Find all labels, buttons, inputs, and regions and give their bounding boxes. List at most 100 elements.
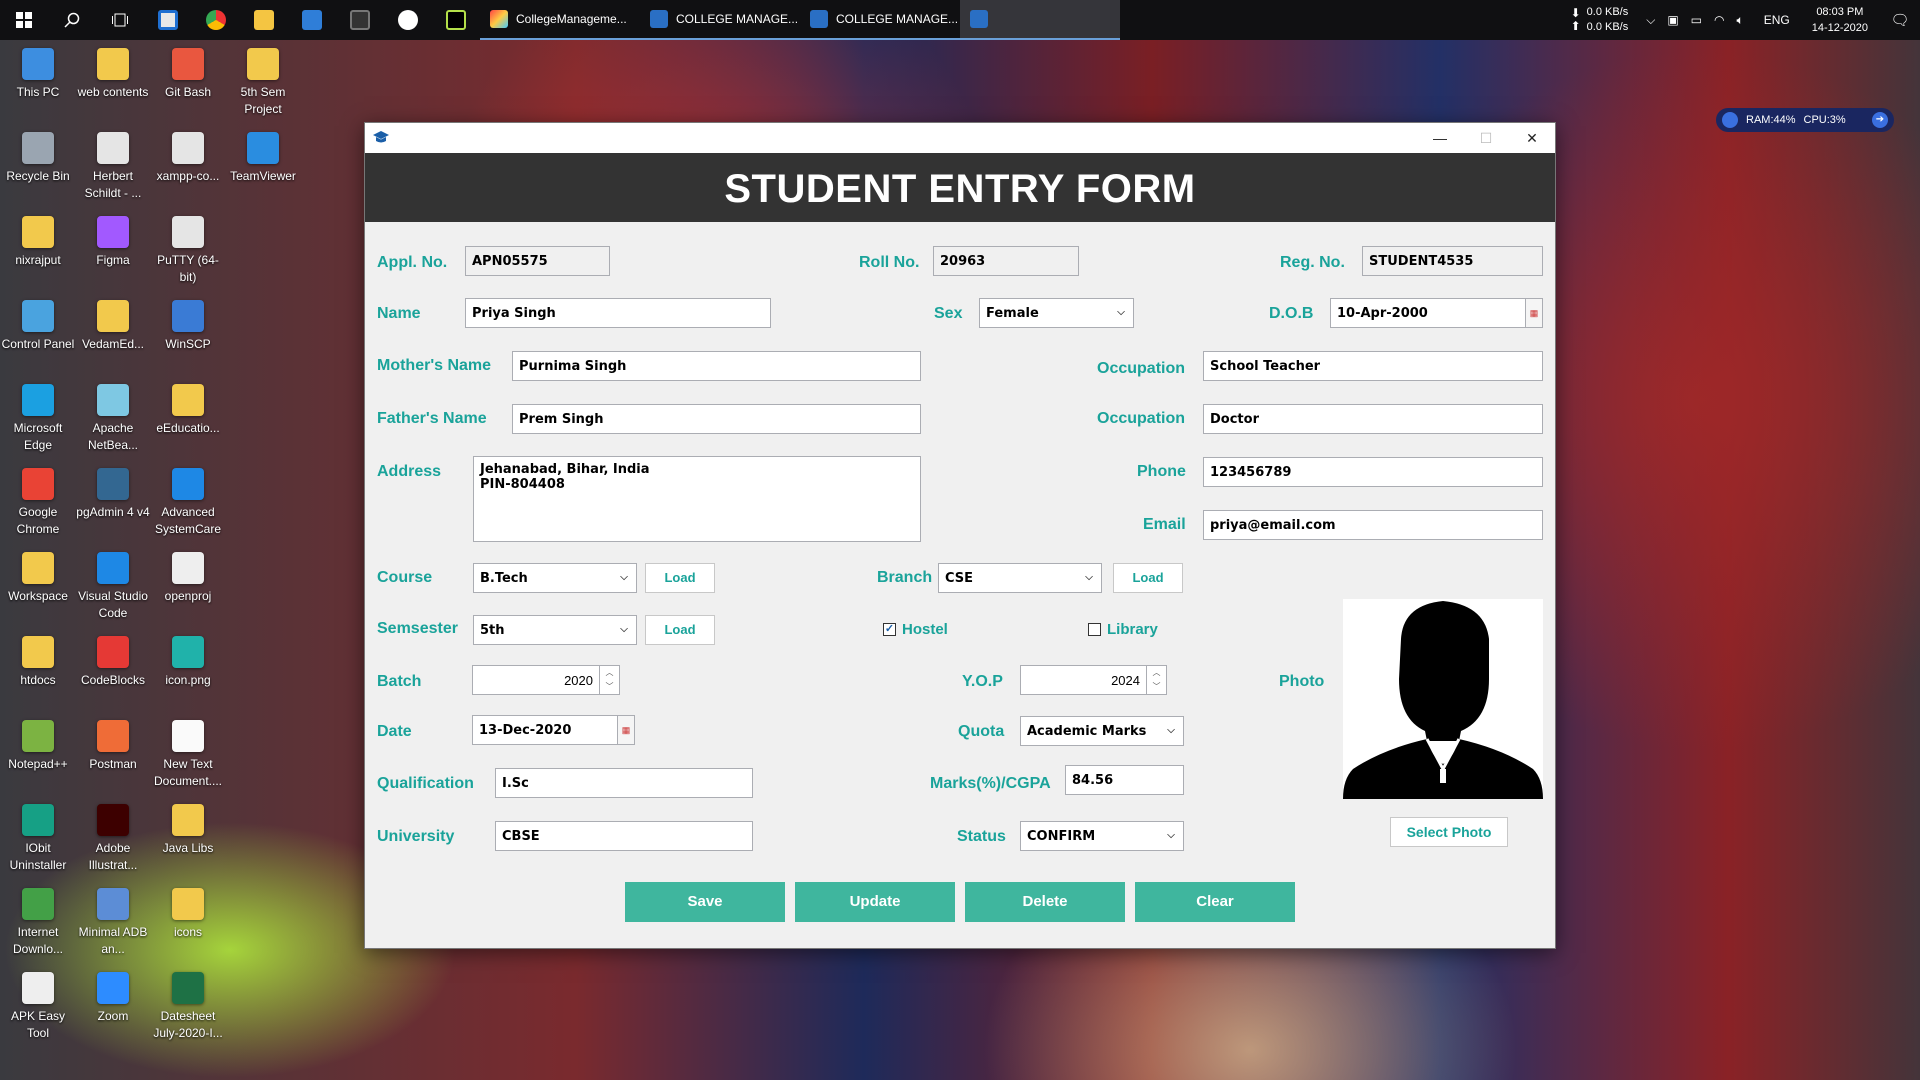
taskbar-task-active[interactable] [960,0,1120,40]
library-checkbox[interactable]: Library [1088,621,1158,638]
sex-select[interactable]: Female ⌵ [979,298,1134,328]
dob-field[interactable]: 10-Apr-2000 [1330,298,1526,328]
desktop-icon-herbert-schildt[interactable]: Herbert Schildt - ... [75,126,151,202]
start-button[interactable] [0,0,48,40]
desktop-icon-icons-folder[interactable]: icons [150,882,226,941]
semester-select[interactable]: 5th ⌵ [473,615,637,645]
pycharm-icon[interactable] [432,0,480,40]
desktop-icon-eeducation[interactable]: eEducatio... [150,378,226,437]
calendar-icon[interactable]: ▦ [1526,298,1543,328]
hostel-checkbox[interactable]: ✓ Hostel [883,621,948,638]
volume-icon[interactable]: 🔈︎ [1737,13,1744,28]
desktop-icon-control-panel[interactable]: Control Panel [0,294,76,353]
select-photo-button[interactable]: Select Photo [1390,817,1508,847]
desktop-icon-microsoft-edge[interactable]: Microsoft Edge [0,378,76,454]
device-icon[interactable]: ▣ [1667,13,1678,28]
mail-icon[interactable] [288,0,336,40]
batch-stepper[interactable]: ︿ ﹀ [600,665,620,695]
desktop-icon-new-text-document[interactable]: New Text Document.... [150,714,226,790]
desktop-icon-notepad-plus-plus[interactable]: Notepad++ [0,714,76,773]
desktop-icon-google-chrome[interactable]: Google Chrome [0,462,76,538]
quota-select[interactable]: Academic Marks ⌵ [1020,716,1184,746]
desktop-icon-vedamed[interactable]: VedamEd... [75,294,151,353]
branch-select[interactable]: CSE ⌵ [938,563,1102,593]
desktop-icon-web-contents[interactable]: web contents [75,42,151,101]
semester-load-button[interactable]: Load [645,615,715,645]
chevron-down-icon[interactable]: ⌵ [1646,13,1655,28]
task-view-icon[interactable] [96,0,144,40]
system-monitor-widget[interactable]: RAM:44% CPU:3% ➔ [1716,108,1894,132]
batch-spinner[interactable]: 2020 [472,665,600,695]
desktop-icon-teamviewer[interactable]: TeamViewer [225,126,301,185]
desktop-icon-iobit-uninstaller[interactable]: IObit Uninstaller [0,798,76,874]
desktop-icon-putty[interactable]: PuTTY (64-bit) [150,210,226,286]
desktop-icon-htdocs[interactable]: htdocs [0,630,76,689]
wifi-icon[interactable]: ◠ [1714,13,1724,28]
yop-stepper[interactable]: ︿ ﹀ [1147,665,1167,695]
maximize-button[interactable]: ☐ [1463,123,1509,153]
email-field[interactable]: priya@email.com [1203,510,1543,540]
desktop-icon-5th-sem-project[interactable]: 5th Sem Project [225,42,301,118]
delete-button[interactable]: Delete [965,882,1125,922]
course-load-button[interactable]: Load [645,563,715,593]
desktop-icon-internet-download-manager[interactable]: Internet Downlo... [0,882,76,958]
chevron-up-icon[interactable]: ︿ [600,666,619,680]
chevron-down-icon[interactable]: ﹀ [1147,680,1166,694]
qualification-field[interactable]: I.Sc [495,768,753,798]
appl-no-field[interactable]: APN05575 [465,246,610,276]
calendar-icon[interactable]: ▦ [618,715,635,745]
name-field[interactable]: Priya Singh [465,298,771,328]
desktop-icon-xampp[interactable]: xampp-co... [150,126,226,185]
roll-no-field[interactable]: 20963 [933,246,1079,276]
mother-occupation-field[interactable]: School Teacher [1203,351,1543,381]
date-field[interactable]: 13-Dec-2020 [472,715,618,745]
taskbar-task-3[interactable]: COLLEGE MANAGE... [800,0,960,40]
desktop-icon-datesheet[interactable]: Datesheet July-2020-I... [150,966,226,1042]
desktop-icon-postman[interactable]: Postman [75,714,151,773]
battery-icon[interactable]: ▭ [1691,13,1702,28]
desktop-icon-java-libs[interactable]: Java Libs [150,798,226,857]
update-button[interactable]: Update [795,882,955,922]
reg-no-field[interactable]: STUDENT4535 [1362,246,1543,276]
desktop-icon-codeblocks[interactable]: CodeBlocks [75,630,151,689]
university-field[interactable]: CBSE [495,821,753,851]
desktop-icon-this-pc[interactable]: This PC [0,42,76,101]
store-icon[interactable] [144,0,192,40]
marks-field[interactable]: 84.56 [1065,765,1184,795]
game-icon[interactable] [336,0,384,40]
desktop-icon-git-bash[interactable]: Git Bash [150,42,226,101]
desktop-icon-minimal-adb[interactable]: Minimal ADB an... [75,882,151,958]
save-button[interactable]: Save [625,882,785,922]
phone-field[interactable]: 123456789 [1203,457,1543,487]
branch-load-button[interactable]: Load [1113,563,1183,593]
yop-spinner[interactable]: 2024 [1020,665,1147,695]
course-select[interactable]: B.Tech ⌵ [473,563,637,593]
chrome-icon[interactable] [192,0,240,40]
desktop-icon-icon-png[interactable]: icon.png [150,630,226,689]
search-icon[interactable] [48,0,96,40]
father-occupation-field[interactable]: Doctor [1203,404,1543,434]
title-bar[interactable]: — ☐ ✕ [365,123,1555,153]
taskbar-task-2[interactable]: COLLEGE MANAGE... [640,0,800,40]
desktop-icon-nixrajput[interactable]: nixrajput [0,210,76,269]
desktop-icon-zoom[interactable]: Zoom [75,966,151,1025]
desktop-icon-apk-easy-tool[interactable]: APK Easy Tool [0,966,76,1042]
app-circle-icon[interactable] [384,0,432,40]
mother-name-field[interactable]: Purnima Singh [512,351,921,381]
taskbar-task-1[interactable]: CollegeManageme... [480,0,640,40]
desktop-icon-advanced-systemcare[interactable]: Advanced SystemCare [150,462,226,538]
desktop-icon-recycle-bin[interactable]: Recycle Bin [0,126,76,185]
language-indicator[interactable]: ENG [1764,13,1790,27]
clear-button[interactable]: Clear [1135,882,1295,922]
notification-icon[interactable]: 🗨︎ [1880,11,1920,29]
arrow-right-icon[interactable]: ➔ [1872,112,1888,128]
minimize-button[interactable]: — [1417,123,1463,153]
father-name-field[interactable]: Prem Singh [512,404,921,434]
address-textarea[interactable]: Jehanabad, Bihar, India PIN-804408 [473,456,921,542]
desktop-icon-figma[interactable]: Figma [75,210,151,269]
desktop-icon-pgadmin[interactable]: pgAdmin 4 v4 [75,462,151,521]
file-explorer-icon[interactable] [240,0,288,40]
close-button[interactable]: ✕ [1509,123,1555,153]
chevron-down-icon[interactable]: ﹀ [600,680,619,694]
desktop-icon-adobe-illustrator[interactable]: Adobe Illustrat... [75,798,151,874]
